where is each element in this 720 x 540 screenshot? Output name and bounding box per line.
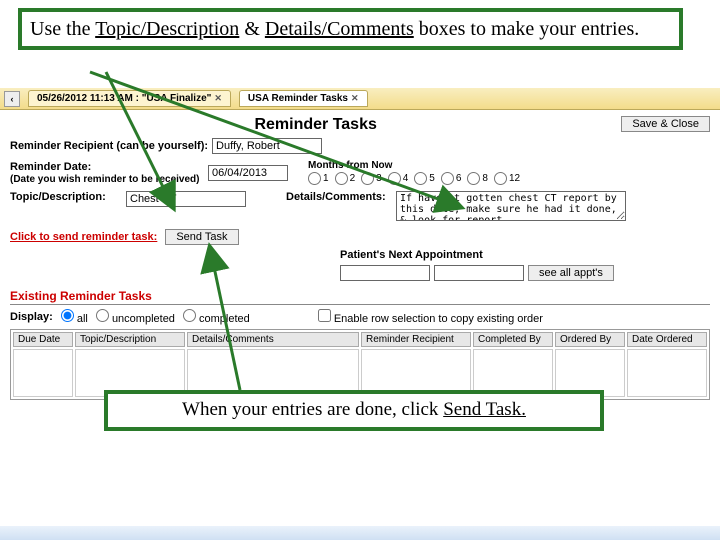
details-label: Details/Comments:	[286, 191, 396, 203]
next-appt-label: Patient's Next Appointment	[340, 249, 483, 261]
callout-topic: Topic/Description	[95, 18, 239, 40]
display-uncompleted-option[interactable]: uncompleted	[96, 309, 175, 325]
page-title: Reminder Tasks	[10, 116, 710, 134]
tab-label: 05/26/2012 11:13 AM : "USA Finalize"	[37, 93, 211, 104]
close-icon[interactable]: ✕	[351, 93, 359, 104]
col-topic: Topic/Description	[75, 332, 185, 347]
col-due-date: Due Date	[13, 332, 73, 347]
instruction-callout-bottom: When your entries are done, click Send T…	[104, 390, 604, 431]
reminder-tasks-form: Save & Close Reminder Tasks Reminder Rec…	[0, 110, 720, 540]
reminder-date-sublabel: (Date you wish reminder to be received)	[10, 174, 200, 185]
existing-tasks-heading: Existing Reminder Tasks	[10, 289, 710, 305]
callout-text: When your entries are done, click	[182, 399, 443, 420]
col-completed-by: Completed By	[473, 332, 553, 347]
see-all-appts-button[interactable]: see all appt's	[528, 265, 614, 281]
months-option-6[interactable]: 6	[441, 172, 462, 185]
nav-back-button[interactable]: ‹	[4, 91, 20, 107]
close-icon[interactable]: ✕	[214, 93, 222, 104]
recipient-label: Reminder Recipient (can be yourself):	[10, 140, 208, 152]
months-radio-group: 1 2 3 4 5 6 8 12	[308, 172, 520, 185]
callout-sendtask: Send Task.	[443, 399, 526, 420]
col-date-ordered: Date Ordered	[627, 332, 707, 347]
tab-finalize[interactable]: 05/26/2012 11:13 AM : "USA Finalize" ✕	[28, 90, 231, 107]
topic-input[interactable]	[126, 191, 246, 207]
months-option-8[interactable]: 8	[467, 172, 488, 185]
callout-text: &	[239, 18, 265, 40]
next-appt-provider-input[interactable]	[434, 265, 524, 281]
send-task-label: Click to send reminder task:	[10, 231, 157, 243]
reminder-date-label: Reminder Date:	[10, 161, 91, 173]
display-label: Display:	[10, 311, 53, 323]
months-option-12[interactable]: 12	[494, 172, 520, 185]
reminder-date-input[interactable]	[208, 165, 288, 181]
months-option-4[interactable]: 4	[388, 172, 409, 185]
next-appt-date-input[interactable]	[340, 265, 430, 281]
callout-text: Use the	[30, 18, 95, 40]
recipient-input[interactable]	[212, 138, 322, 154]
months-from-now-label: Months from Now	[308, 160, 520, 171]
months-option-1[interactable]: 1	[308, 172, 329, 185]
col-recipient: Reminder Recipient	[361, 332, 471, 347]
months-option-2[interactable]: 2	[335, 172, 356, 185]
enable-row-selection-checkbox[interactable]: Enable row selection to copy existing or…	[318, 309, 543, 325]
details-input[interactable]: If haven't gotten chest CT report by thi…	[396, 191, 626, 221]
instruction-callout-top: Use the Topic/Description & Details/Comm…	[18, 8, 683, 50]
tab-reminder-tasks[interactable]: USA Reminder Tasks ✕	[239, 90, 368, 107]
months-option-3[interactable]: 3	[361, 172, 382, 185]
display-all-option[interactable]: all	[61, 309, 88, 325]
save-close-button[interactable]: Save & Close	[621, 116, 710, 132]
col-details: Details/Comments	[187, 332, 359, 347]
col-ordered-by: Ordered By	[555, 332, 625, 347]
send-task-button[interactable]: Send Task	[165, 229, 238, 245]
callout-details: Details/Comments	[265, 18, 414, 40]
document-tabbar: ‹ 05/26/2012 11:13 AM : "USA Finalize" ✕…	[0, 88, 720, 110]
tab-label: USA Reminder Tasks	[248, 93, 348, 104]
months-option-5[interactable]: 5	[414, 172, 435, 185]
topic-label: Topic/Description:	[10, 191, 126, 203]
footer-strip	[0, 526, 720, 540]
display-completed-option[interactable]: completed	[183, 309, 250, 325]
callout-text: boxes to make your entries.	[414, 18, 640, 40]
